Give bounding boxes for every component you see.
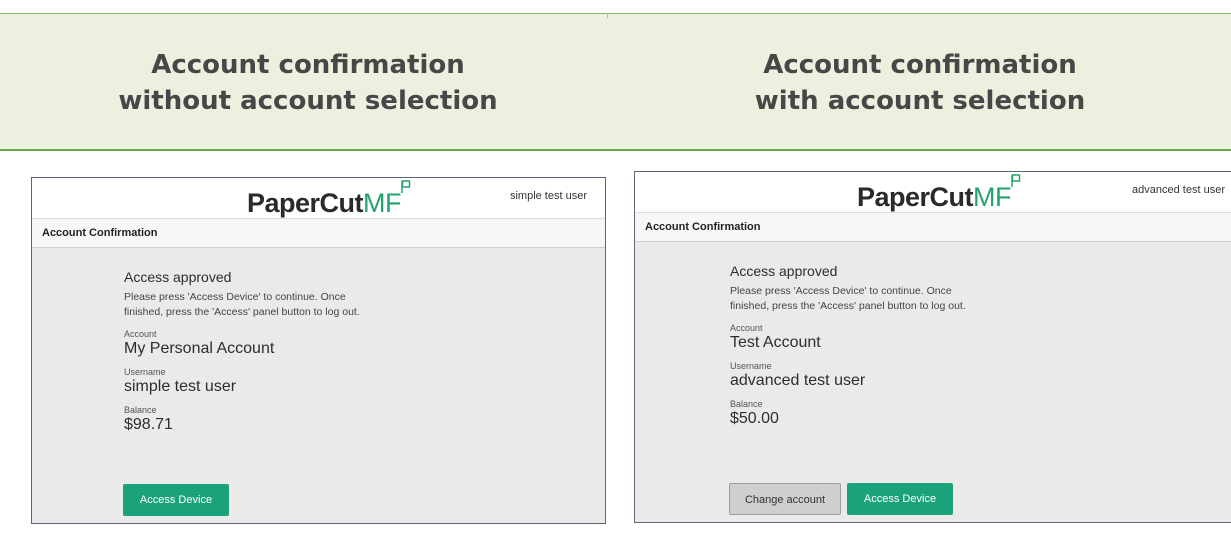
change-account-button[interactable]: Change account [729,483,841,515]
right-heading-line-1: Account confirmation [763,50,1077,80]
left-heading-line-2: without account selection [118,86,498,116]
balance-value: $98.71 [124,416,173,433]
page-title: Account Confirmation [645,221,761,233]
username-value: simple test user [124,378,237,395]
left-heading-line-1: Account confirmation [151,50,465,80]
account-value: Test Account [730,334,821,351]
account-label: Account [124,329,157,339]
logo-flag-icon [401,180,411,193]
username-label: Username [124,367,166,377]
balance-label: Balance [124,405,157,415]
screen-header: PaperCutMF simple test user [32,178,605,218]
current-user: simple test user [509,190,587,202]
page-title-bar: Account Confirmation [32,218,605,248]
left-heading: Account confirmation without account sel… [8,47,608,119]
username-label: Username [730,361,772,371]
username-value: advanced test user [730,372,866,389]
papercut-logo: PaperCutMF [857,174,1021,213]
access-device-button[interactable]: Access Device [847,483,953,515]
logo-flag-icon [1011,174,1021,187]
right-screen: PaperCutMF advanced test user Account Co… [634,171,1231,523]
page-title: Account Confirmation [42,227,158,239]
left-screen: PaperCutMF simple test user Account Conf… [31,177,606,524]
right-heading-line-2: with account selection [754,86,1086,116]
papercut-logo: PaperCutMF [247,180,411,219]
instructions-text: Please press 'Access Device' to continue… [124,291,360,318]
confirmation-details: Access approved Please press 'Access Dev… [124,269,384,434]
header-divider [607,13,608,18]
right-heading: Account confirmation with account select… [620,47,1220,119]
confirmation-details: Access approved Please press 'Access Dev… [730,263,990,428]
status-text: Access approved [124,269,232,285]
account-value: My Personal Account [124,340,275,357]
balance-value: $50.00 [730,410,779,427]
access-device-button[interactable]: Access Device [123,484,229,516]
page-title-bar: Account Confirmation [635,212,1231,242]
screen-header: PaperCutMF advanced test user [635,172,1231,212]
balance-label: Balance [730,399,763,409]
instructions-text: Please press 'Access Device' to continue… [730,285,966,312]
account-label: Account [730,323,763,333]
current-user: advanced test user [1132,184,1225,196]
status-text: Access approved [730,263,838,279]
